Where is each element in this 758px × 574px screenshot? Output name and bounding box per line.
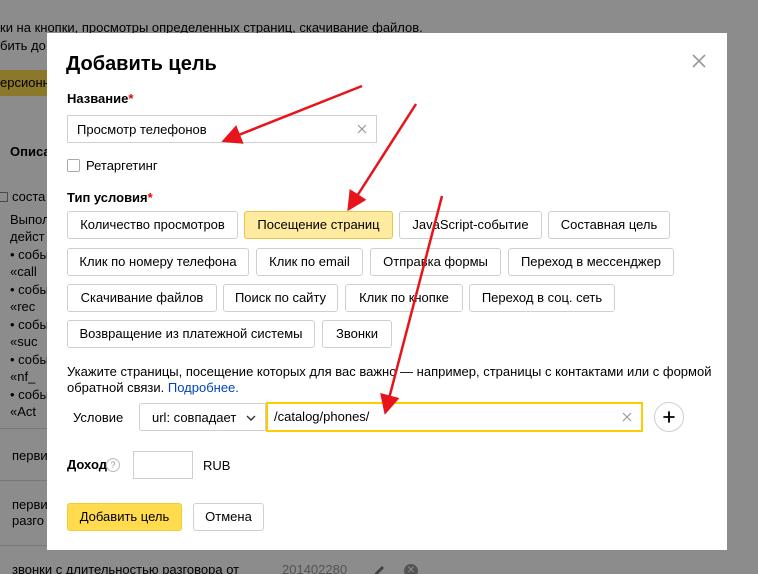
currency-label: RUB bbox=[203, 458, 231, 473]
dialog-title: Добавить цель bbox=[66, 53, 217, 75]
more-link[interactable]: Подробнее. bbox=[168, 380, 239, 395]
chip-page-visit[interactable]: Посещение страниц bbox=[244, 211, 393, 239]
chip-site-search[interactable]: Поиск по сайту bbox=[223, 284, 338, 312]
condition-description: Укажите страницы, посещение которых для … bbox=[67, 364, 717, 396]
name-label: Название* bbox=[67, 91, 133, 106]
condition-match-select[interactable]: url: совпадает bbox=[139, 403, 266, 431]
condition-match-value: url: совпадает bbox=[152, 410, 237, 425]
goal-name-value: Просмотр телефонов bbox=[77, 122, 207, 137]
chip-composite-goal[interactable]: Составная цель bbox=[548, 211, 670, 239]
chip-button-click[interactable]: Клик по кнопке bbox=[345, 284, 463, 312]
retargeting-label: Ретаргетинг bbox=[86, 158, 158, 173]
url-input[interactable]: /catalog/phones/ bbox=[266, 402, 643, 432]
required-mark: * bbox=[128, 91, 134, 106]
income-label: Доход bbox=[67, 457, 107, 472]
clear-icon[interactable] bbox=[619, 409, 635, 425]
add-condition-plus-icon[interactable] bbox=[654, 402, 684, 432]
chip-messenger[interactable]: Переход в мессенджер bbox=[508, 248, 674, 276]
chip-calls[interactable]: Звонки bbox=[322, 320, 392, 348]
url-value: /catalog/phones/ bbox=[274, 409, 370, 424]
add-goal-dialog: Добавить цель Название* Просмотр телефон… bbox=[47, 33, 727, 550]
income-input[interactable] bbox=[133, 451, 193, 479]
chip-social-network[interactable]: Переход в соц. сеть bbox=[469, 284, 615, 312]
help-icon[interactable]: ? bbox=[106, 458, 120, 472]
chip-pageviews[interactable]: Количество просмотров bbox=[67, 211, 238, 239]
condition-type-label: Тип условия* bbox=[67, 190, 153, 205]
clear-icon[interactable] bbox=[354, 121, 370, 137]
goal-name-input[interactable]: Просмотр телефонов bbox=[67, 115, 377, 143]
chip-javascript-event[interactable]: JavaScript-событие bbox=[399, 211, 542, 239]
retargeting-checkbox[interactable] bbox=[67, 159, 80, 172]
name-label-text: Название bbox=[67, 91, 129, 106]
chevron-down-icon bbox=[246, 415, 256, 421]
chip-file-download[interactable]: Скачивание файлов bbox=[67, 284, 217, 312]
condition-type-label-text: Тип условия bbox=[67, 190, 148, 205]
condition-label: Условие bbox=[73, 410, 124, 425]
chip-form-submit[interactable]: Отправка формы bbox=[370, 248, 501, 276]
chip-payment-return[interactable]: Возвращение из платежной системы bbox=[67, 320, 315, 348]
close-icon[interactable] bbox=[689, 51, 709, 71]
required-mark: * bbox=[147, 190, 153, 205]
description-text: Укажите страницы, посещение которых для … bbox=[67, 364, 712, 395]
cancel-button[interactable]: Отмена bbox=[193, 503, 264, 531]
add-goal-button[interactable]: Добавить цель bbox=[67, 503, 182, 531]
chip-phone-click[interactable]: Клик по номеру телефона bbox=[67, 248, 249, 276]
chip-email-click[interactable]: Клик по email bbox=[256, 248, 363, 276]
